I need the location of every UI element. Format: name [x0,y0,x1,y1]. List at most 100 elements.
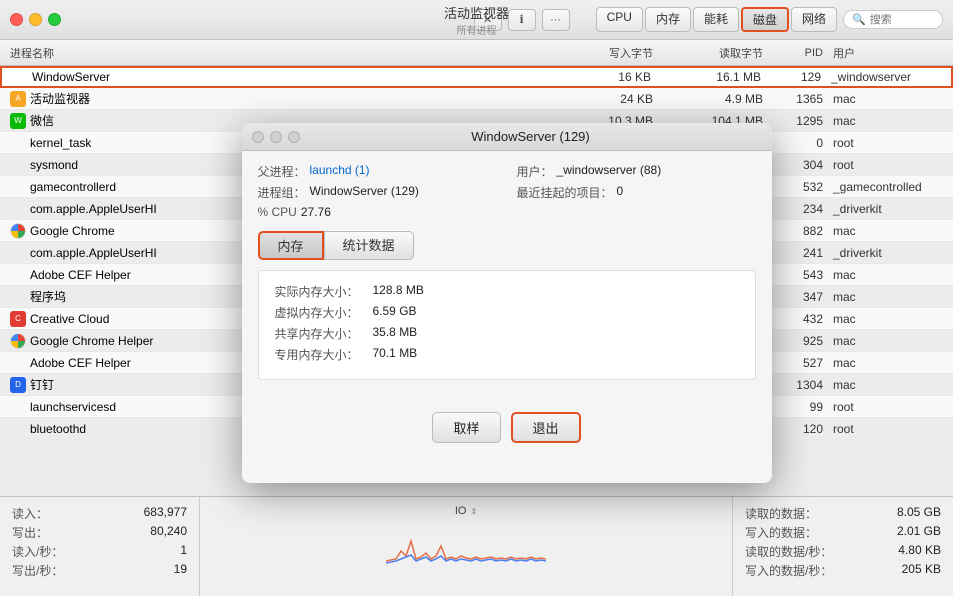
tab-memory[interactable]: 内存 [645,7,691,32]
header-name[interactable]: 进程名称 [10,45,553,61]
proc-pid-cell: 1365 [773,92,833,106]
header-read[interactable]: 读取字节 [663,45,773,61]
modal-traffic-lights[interactable] [252,131,300,143]
modal-body: 父进程： launchd (1) 用户： _windowserver (88) … [242,151,772,404]
proc-write-cell: 16 KB [551,70,661,84]
tab-cpu[interactable]: CPU [596,7,643,32]
mem-label: 实际内存大小： [275,283,365,300]
modal-title-bar: WindowServer (129) [242,123,772,151]
bottom-left-value: 19 [174,562,187,579]
bottom-right-value: 8.05 GB [897,505,941,522]
proc-name-text: bluetoothd [30,422,86,436]
proc-read-cell: 4.9 MB [663,92,773,106]
modal-group-value: WindowServer (129) [310,184,419,201]
maximize-button[interactable] [48,13,61,26]
table-row[interactable]: WindowServer 16 KB 16.1 MB 129 _windowse… [0,66,953,88]
bottom-left-row: 写出：80,240 [12,524,187,541]
proc-user-cell: mac [833,290,943,304]
parent-process-link[interactable]: launchd (1) [310,163,370,180]
proc-name-text: sysmond [30,158,78,172]
bottom-right-value: 205 KB [902,562,941,579]
modal-mem-row: 共享内存大小：35.8 MB [275,325,739,342]
proc-pid-cell: 527 [773,356,833,370]
bottom-right-label: 读取的数据/秒： [745,543,832,560]
bottom-left-row: 写出/秒：19 [12,562,187,579]
bottom-right-row: 读取的数据： 8.05 GB [745,505,941,522]
search-box[interactable]: 🔍 [843,10,943,29]
traffic-lights[interactable] [10,13,61,26]
bottom-right-value: 4.80 KB [898,543,941,560]
bottom-left-label: 读入/秒： [12,543,63,560]
modal-dialog[interactable]: WindowServer (129) 父进程： launchd (1) 用户： … [242,123,772,483]
proc-pid-cell: 532 [773,180,833,194]
quit-button[interactable]: 退出 [511,412,581,443]
app-subtitle: 所有进程 [444,22,509,37]
modal-maximize[interactable] [288,131,300,143]
bottom-left-value: 1 [180,543,187,560]
proc-user-cell: _gamecontrolled [833,180,943,194]
io-chart [386,521,546,571]
bottom-panel: 读入：683,977 写出：80,240 读入/秒： 1 写出/秒：19 IO ⇕ 读取… [0,496,953,596]
proc-name-cell: WindowServer [12,69,551,85]
mem-value: 70.1 MB [373,346,418,363]
modal-recent-value: 0 [617,184,624,201]
modal-tab-memory[interactable]: 内存 [258,231,324,260]
bottom-left-value: 683,977 [144,505,187,522]
modal-minimize[interactable] [270,131,282,143]
sample-button[interactable]: 取样 [432,412,500,443]
io-title: IO ⇕ [455,505,477,517]
mem-label: 虚拟内存大小： [275,304,365,321]
proc-pid-cell: 99 [773,400,833,414]
bottom-right-label: 读取的数据： [745,505,817,522]
proc-pid-cell: 543 [773,268,833,282]
modal-close[interactable] [252,131,264,143]
more-button[interactable]: ··· [542,9,570,31]
tab-network[interactable]: 网络 [791,7,837,32]
proc-user-cell: mac [833,356,943,370]
modal-title: WindowServer (129) [300,129,762,144]
mem-value: 35.8 MB [373,325,418,342]
bottom-left-row: 读入：683,977 [12,505,187,522]
info-button[interactable]: ℹ [508,9,536,31]
proc-user-cell: _windowserver [831,70,941,84]
tab-energy[interactable]: 能耗 [693,7,739,32]
proc-pid-cell: 882 [773,224,833,238]
modal-cpu: % CPU 27.76 [258,205,497,219]
bottom-right-label: 写入的数据： [745,524,817,541]
header-user[interactable]: 用户 [833,45,943,61]
proc-user-cell: mac [833,268,943,282]
modal-tabs: 内存 统计数据 [258,231,756,260]
modal-mem-row: 虚拟内存大小：6.59 GB [275,304,739,321]
modal-group: 进程组： WindowServer (129) [258,184,497,201]
proc-user-cell: mac [833,114,943,128]
proc-name-text: com.apple.AppleUserHI [30,246,157,260]
minimize-button[interactable] [29,13,42,26]
proc-name-text: launchservicesd [30,400,116,414]
modal-info-grid: 父进程： launchd (1) 用户： _windowserver (88) … [258,163,756,219]
modal-tab-stats[interactable]: 统计数据 [324,231,414,260]
modal-mem-row: 专用内存大小：70.1 MB [275,346,739,363]
header-pid[interactable]: PID [773,47,833,59]
proc-read-cell: 16.1 MB [661,70,771,84]
table-header: 进程名称 写入字节 读取字节 PID 用户 [0,40,953,66]
toolbar-right: ✕ ℹ ··· CPU 内存 能耗 磁盘 网络 🔍 [474,7,943,32]
header-write[interactable]: 写入字节 [553,45,663,61]
bottom-right-row: 写入的数据/秒：205 KB [745,562,941,579]
tab-disk[interactable]: 磁盘 [741,7,789,32]
table-row[interactable]: A 活动监视器 24 KB 4.9 MB 1365 mac [0,88,953,110]
proc-name-text: kernel_task [30,136,91,150]
proc-pid-cell: 1295 [773,114,833,128]
io-label: IO [455,505,467,517]
proc-pid-cell: 347 [773,290,833,304]
proc-user-cell: mac [833,312,943,326]
bottom-right-row: 读取的数据/秒： 4.80 KB [745,543,941,560]
close-button[interactable] [10,13,23,26]
proc-name-text: gamecontrollerd [30,180,116,194]
proc-write-cell: 24 KB [553,92,663,106]
bottom-left-row: 读入/秒： 1 [12,543,187,560]
app-title: 活动监视器 [444,3,509,22]
proc-name-text: Google Chrome Helper [30,334,153,348]
search-input[interactable] [870,14,940,26]
bottom-left: 读入：683,977 写出：80,240 读入/秒： 1 写出/秒：19 [0,497,200,596]
proc-name-text: Google Chrome [30,224,115,238]
